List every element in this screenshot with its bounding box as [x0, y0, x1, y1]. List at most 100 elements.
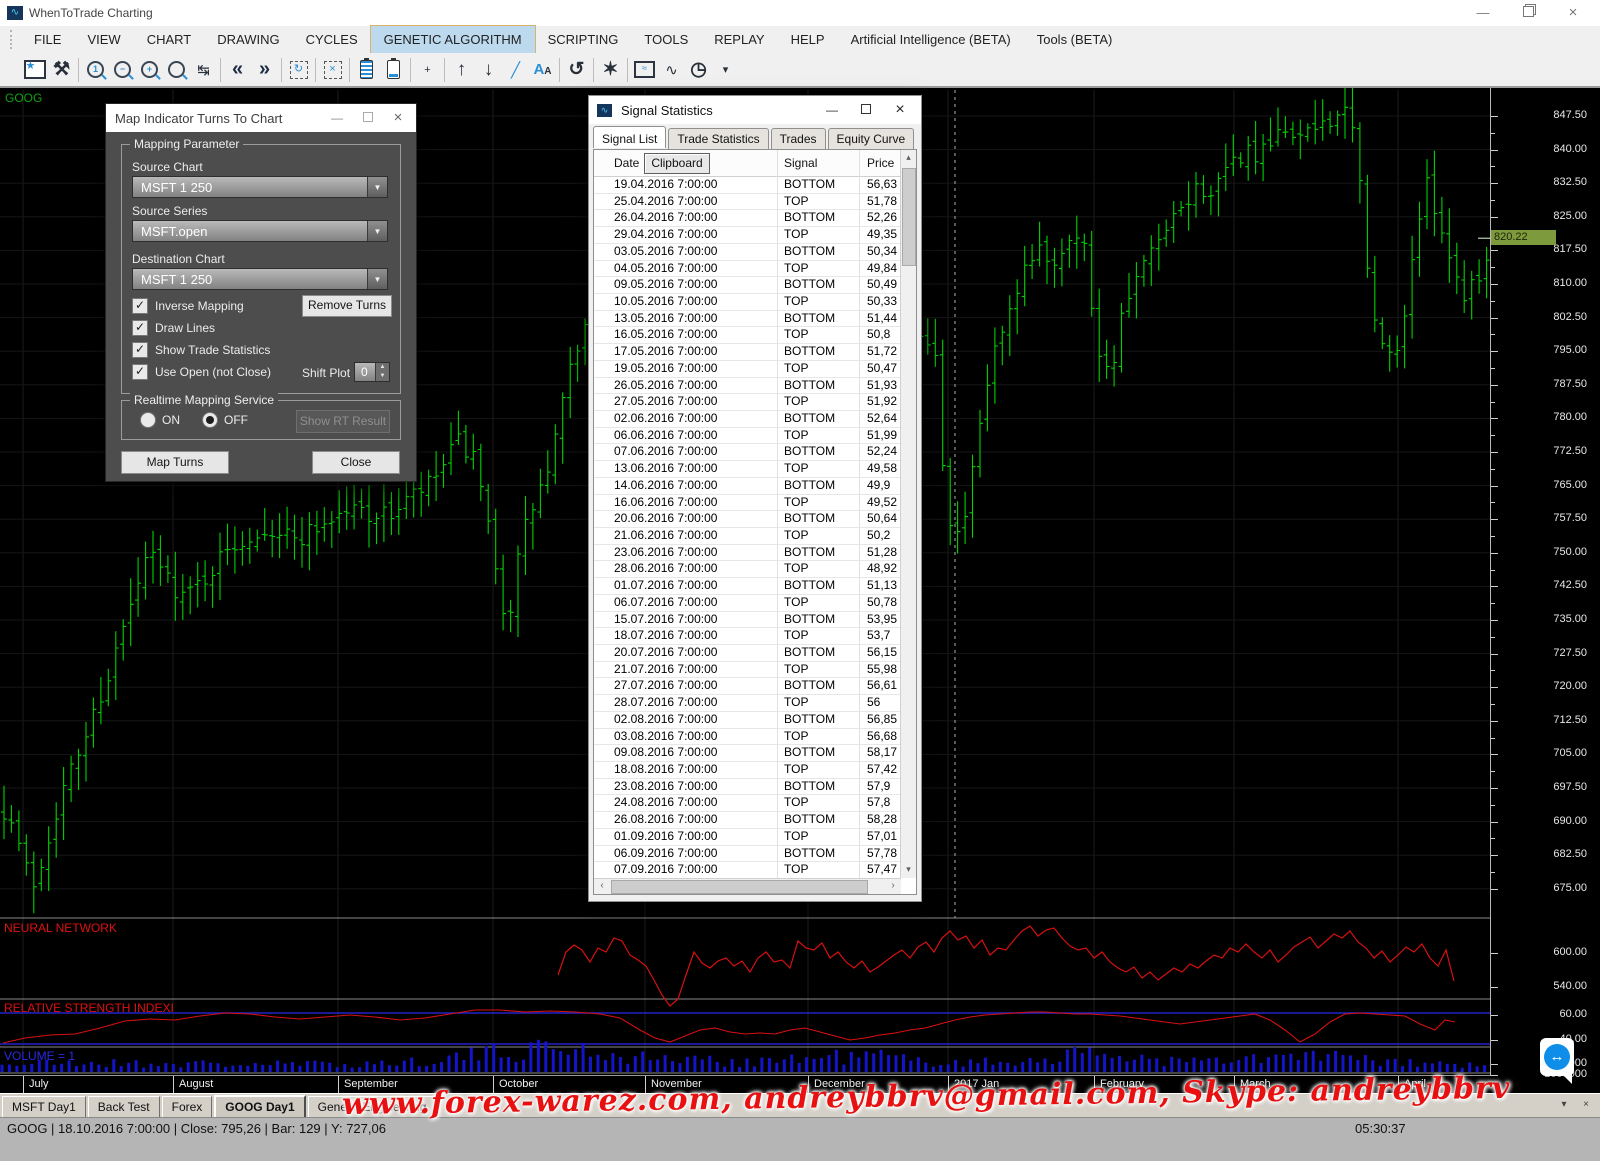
scroll-left-arrow-icon[interactable]: ‹: [594, 879, 610, 894]
chevron-down-icon[interactable]: ▼: [367, 221, 387, 241]
toolbar-overflow-icon[interactable]: ▾: [712, 56, 739, 84]
radio-off[interactable]: OFF: [202, 412, 248, 428]
table-row[interactable]: 27.05.2016 7:00:00TOP51,92: [594, 393, 900, 411]
table-row[interactable]: 16.06.2016 7:00:00TOP49,52: [594, 494, 900, 512]
table-row[interactable]: 09.08.2016 7:00:00BOTTOM58,17: [594, 744, 900, 762]
menu-genetic-algorithm[interactable]: GENETIC ALGORITHM: [371, 26, 535, 53]
equity-curve-icon[interactable]: ∿: [658, 56, 685, 84]
table-row[interactable]: 03.08.2016 7:00:00TOP56,68: [594, 728, 900, 746]
checkbox-icon[interactable]: ✓: [132, 342, 148, 358]
radio-on[interactable]: ON: [140, 412, 180, 428]
table-row[interactable]: 26.04.2016 7:00:00BOTTOM52,26: [594, 209, 900, 227]
close-button[interactable]: ×: [1551, 0, 1595, 26]
table-row[interactable]: 02.08.2016 7:00:00BOTTOM56,85: [594, 711, 900, 729]
table-row[interactable]: 02.06.2016 7:00:00BOTTOM52,64: [594, 410, 900, 428]
checkbox-draw-lines[interactable]: ✓ Draw Lines: [132, 320, 215, 336]
menu-scripting[interactable]: SCRIPTING: [535, 26, 632, 53]
search-icon[interactable]: [163, 56, 190, 84]
chevron-down-icon[interactable]: ▼: [367, 177, 387, 197]
table-row[interactable]: 07.06.2016 7:00:00BOTTOM52,24: [594, 443, 900, 461]
clipboard-button[interactable]: Clipboard: [644, 153, 710, 174]
selection-clear-icon[interactable]: ×: [319, 56, 346, 84]
checkbox-icon[interactable]: ✓: [132, 364, 148, 380]
menu-chart[interactable]: CHART: [134, 26, 205, 53]
vertical-scroll-thumb[interactable]: [902, 168, 916, 266]
history-icon[interactable]: ↺: [563, 56, 590, 84]
spider-icon[interactable]: ✶: [597, 56, 624, 84]
table-row[interactable]: 09.05.2016 7:00:00BOTTOM50,49: [594, 276, 900, 294]
tab-signal-list[interactable]: Signal List: [593, 126, 666, 148]
table-row[interactable]: 13.05.2016 7:00:00BOTTOM51,44: [594, 310, 900, 328]
add-small-icon[interactable]: +: [414, 56, 441, 84]
table-row[interactable]: 01.09.2016 7:00:00TOP57,01: [594, 828, 900, 846]
tab-close-icon[interactable]: ×: [1578, 1098, 1594, 1113]
tab-trades[interactable]: Trades: [771, 128, 826, 150]
shift-plot-stepper[interactable]: 0 ▲▼: [354, 362, 390, 382]
dropdown-source-series[interactable]: MSFT.open ▼: [132, 220, 388, 242]
menu-tools-beta[interactable]: Tools (BETA): [1024, 26, 1126, 53]
table-row[interactable]: 29.04.2016 7:00:00TOP49,35: [594, 226, 900, 244]
checkbox-icon[interactable]: ✓: [132, 320, 148, 336]
menu-file[interactable]: FILE: [21, 26, 74, 53]
table-row[interactable]: 06.07.2016 7:00:00TOP50,78: [594, 594, 900, 612]
map-turns-button[interactable]: Map Turns: [121, 451, 229, 474]
menu-artificial-intelligence-beta[interactable]: Artificial Intelligence (BETA): [838, 26, 1024, 53]
draw-line-icon[interactable]: ╱: [502, 56, 529, 84]
table-row[interactable]: 24.08.2016 7:00:00TOP57,8: [594, 794, 900, 812]
map-maximize-icon[interactable]: [353, 104, 383, 132]
zoom-reset-icon[interactable]: 1: [82, 56, 109, 84]
table-row[interactable]: 27.07.2016 7:00:00BOTTOM56,61: [594, 677, 900, 695]
workspace-tab-msft-day1[interactable]: MSFT Day1: [2, 1096, 86, 1118]
menu-cycles[interactable]: CYCLES: [293, 26, 371, 53]
menu-replay[interactable]: REPLAY: [701, 26, 777, 53]
table-row[interactable]: 10.05.2016 7:00:00TOP50,33: [594, 293, 900, 311]
remote-access-bubble[interactable]: ↔: [1540, 1038, 1574, 1076]
battery-full-icon[interactable]: [353, 56, 380, 84]
scroll-up-icon[interactable]: ▴: [901, 150, 916, 166]
table-row[interactable]: 21.06.2016 7:00:00TOP50,2: [594, 527, 900, 545]
column-signal[interactable]: Signal: [784, 156, 817, 170]
remove-turns-button[interactable]: Remove Turns: [302, 295, 392, 317]
menu-help[interactable]: HELP: [778, 26, 838, 53]
zoom-out-icon[interactable]: −: [109, 56, 136, 84]
table-row[interactable]: 23.06.2016 7:00:00BOTTOM51,28: [594, 544, 900, 562]
scroll-right-arrow-icon[interactable]: ›: [885, 879, 901, 894]
table-row[interactable]: 21.07.2016 7:00:00TOP55,98: [594, 661, 900, 679]
table-row[interactable]: 17.05.2016 7:00:00BOTTOM51,72: [594, 343, 900, 361]
checkbox-inverse-mapping[interactable]: ✓ Inverse Mapping: [132, 298, 244, 314]
table-row[interactable]: 28.06.2016 7:00:00TOP48,92: [594, 560, 900, 578]
scroll-right-icon[interactable]: »: [251, 56, 278, 84]
restore-button[interactable]: [1506, 0, 1550, 26]
signal-dialog-titlebar[interactable]: ∿ Signal Statistics — ×: [589, 96, 921, 124]
radio-icon[interactable]: [140, 412, 156, 428]
workspace-tab-back-test[interactable]: Back Test: [88, 1096, 160, 1118]
workspace-tab-goog-day1[interactable]: GOOG Day1: [214, 1095, 305, 1119]
signal-minimize-icon[interactable]: —: [817, 96, 847, 124]
radio-icon[interactable]: [202, 412, 218, 428]
show-rt-result-button[interactable]: Show RT Result: [296, 410, 390, 433]
scroll-down-icon[interactable]: ▾: [901, 862, 916, 878]
table-row[interactable]: 18.07.2016 7:00:00TOP53,7: [594, 627, 900, 645]
arrow-down-icon[interactable]: ↓: [475, 56, 502, 84]
menu-tools[interactable]: TOOLS: [631, 26, 701, 53]
alarm-clock-icon[interactable]: ◷: [685, 56, 712, 84]
vertical-scrollbar[interactable]: ▴ ▾: [900, 150, 916, 878]
zoom-in-icon[interactable]: +: [136, 56, 163, 84]
checkbox-show-trade-statistics[interactable]: ✓ Show Trade Statistics: [132, 342, 270, 358]
arrow-up-icon[interactable]: ↑: [448, 56, 475, 84]
chevron-down-icon[interactable]: ▼: [367, 269, 387, 289]
table-row[interactable]: 01.07.2016 7:00:00BOTTOM51,13: [594, 577, 900, 595]
table-row[interactable]: 26.08.2016 7:00:00BOTTOM58,28: [594, 811, 900, 829]
table-row[interactable]: 13.06.2016 7:00:00TOP49,58: [594, 460, 900, 478]
checkbox-icon[interactable]: ✓: [132, 298, 148, 314]
menubar-grip[interactable]: [10, 30, 17, 49]
stepper-arrows-icon[interactable]: ▲▼: [375, 363, 389, 381]
indicator-window-icon[interactable]: ≈: [631, 56, 658, 84]
price-axis[interactable]: 820.22 847.50840.00832.50825.00817.50810…: [1490, 88, 1600, 1076]
settings-wrench-icon[interactable]: ⚒: [48, 56, 75, 84]
selection-refresh-icon[interactable]: ↻: [285, 56, 312, 84]
scroll-left-icon[interactable]: «: [224, 56, 251, 84]
horizontal-scroll-thumb[interactable]: [611, 880, 868, 894]
map-dialog-titlebar[interactable]: Map Indicator Turns To Chart — ×: [106, 104, 416, 132]
table-row[interactable]: 19.04.2016 7:00:00BOTTOM56,63: [594, 176, 900, 194]
